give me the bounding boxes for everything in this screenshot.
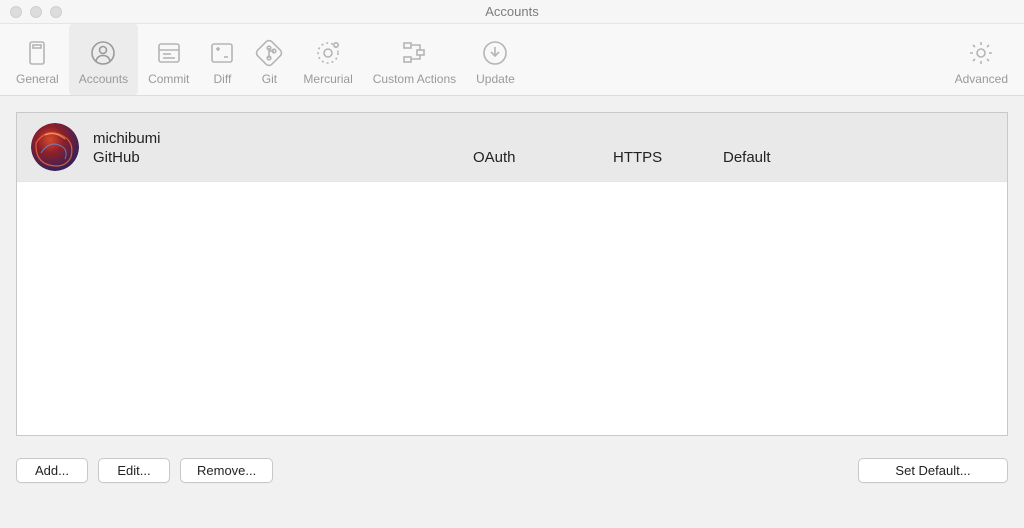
- tab-mercurial-label: Mercurial: [303, 72, 352, 86]
- tab-advanced[interactable]: Advanced: [945, 24, 1018, 95]
- tab-custom-actions-label: Custom Actions: [373, 72, 456, 86]
- account-list[interactable]: michibumi GitHub OAuth HTTPS Default: [16, 112, 1008, 436]
- tab-general-label: General: [16, 72, 59, 86]
- avatar: [31, 123, 79, 171]
- account-auth: OAuth: [473, 149, 613, 166]
- update-icon: [481, 36, 509, 70]
- tab-commit[interactable]: Commit: [138, 24, 199, 95]
- window-controls: [0, 6, 62, 18]
- accounts-pane: michibumi GitHub OAuth HTTPS Default: [0, 96, 1024, 452]
- tab-update[interactable]: Update: [466, 24, 525, 95]
- titlebar: Accounts: [0, 0, 1024, 24]
- general-icon: [25, 36, 49, 70]
- remove-button[interactable]: Remove...: [180, 458, 273, 483]
- tab-diff[interactable]: Diff: [199, 24, 245, 95]
- tab-commit-label: Commit: [148, 72, 189, 86]
- commit-icon: [156, 36, 182, 70]
- close-window-button[interactable]: [10, 6, 22, 18]
- tab-accounts-label: Accounts: [79, 72, 128, 86]
- gear-icon: [967, 36, 995, 70]
- set-default-button[interactable]: Set Default...: [858, 458, 1008, 483]
- tab-custom-actions[interactable]: Custom Actions: [363, 24, 466, 95]
- button-bar: Add... Edit... Remove... Set Default...: [0, 452, 1024, 495]
- account-details: michibumi GitHub OAuth HTTPS Default: [93, 128, 993, 166]
- account-default-badge: Default: [723, 149, 771, 166]
- tab-accounts[interactable]: Accounts: [69, 24, 138, 95]
- account-username: michibumi: [93, 128, 993, 149]
- mercurial-icon: [314, 36, 342, 70]
- tab-advanced-label: Advanced: [955, 72, 1008, 86]
- account-protocol: HTTPS: [613, 149, 723, 166]
- preferences-toolbar: General Accounts Commit: [0, 24, 1024, 96]
- edit-button[interactable]: Edit...: [98, 458, 170, 483]
- account-host: GitHub: [93, 149, 473, 166]
- window-title: Accounts: [0, 4, 1024, 19]
- zoom-window-button[interactable]: [50, 6, 62, 18]
- diff-icon: [209, 36, 235, 70]
- tab-git-label: Git: [262, 72, 277, 86]
- tab-update-label: Update: [476, 72, 515, 86]
- minimize-window-button[interactable]: [30, 6, 42, 18]
- tab-git[interactable]: Git: [245, 24, 293, 95]
- accounts-icon: [89, 36, 117, 70]
- tab-mercurial[interactable]: Mercurial: [293, 24, 362, 95]
- account-row[interactable]: michibumi GitHub OAuth HTTPS Default: [17, 113, 1007, 182]
- git-icon: [255, 36, 283, 70]
- add-button[interactable]: Add...: [16, 458, 88, 483]
- tab-diff-label: Diff: [214, 72, 232, 86]
- tab-general[interactable]: General: [6, 24, 69, 95]
- custom-actions-icon: [400, 36, 428, 70]
